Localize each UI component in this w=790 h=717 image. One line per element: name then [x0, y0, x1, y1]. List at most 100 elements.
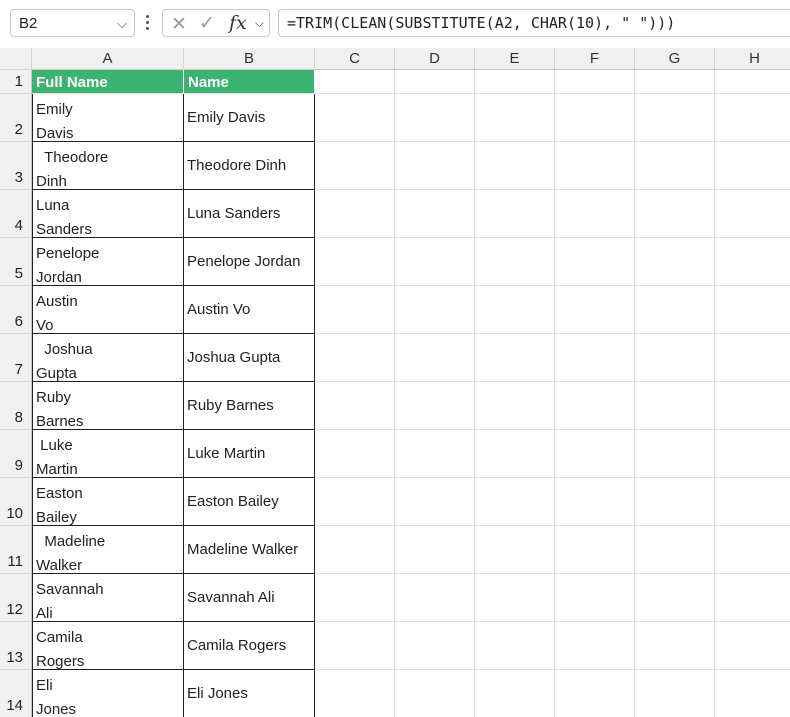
column-header-f[interactable]: F: [555, 48, 635, 70]
empty-cell[interactable]: [715, 622, 790, 670]
empty-cell[interactable]: [315, 94, 395, 142]
empty-cell[interactable]: [395, 382, 475, 430]
full-name-cell[interactable]: Theodore Dinh: [32, 142, 184, 190]
name-cell[interactable]: Camila Rogers: [184, 622, 315, 670]
empty-cell[interactable]: [395, 622, 475, 670]
empty-cell[interactable]: [635, 622, 715, 670]
empty-cell[interactable]: [635, 190, 715, 238]
empty-cell[interactable]: [555, 142, 635, 190]
empty-cell[interactable]: [635, 70, 715, 94]
row-header-13[interactable]: 13: [0, 622, 32, 670]
empty-cell[interactable]: [635, 94, 715, 142]
empty-cell[interactable]: [715, 670, 790, 717]
column-header-b[interactable]: B: [184, 48, 315, 70]
full-name-cell[interactable]: Luna Sanders: [32, 190, 184, 238]
full-name-cell[interactable]: Ruby Barnes: [32, 382, 184, 430]
insert-function-icon[interactable]: fx: [229, 12, 247, 34]
empty-cell[interactable]: [395, 286, 475, 334]
name-cell[interactable]: Easton Bailey: [184, 478, 315, 526]
empty-cell[interactable]: [715, 574, 790, 622]
empty-cell[interactable]: [315, 526, 395, 574]
full-name-cell[interactable]: Madeline Walker: [32, 526, 184, 574]
empty-cell[interactable]: [715, 334, 790, 382]
empty-cell[interactable]: [395, 238, 475, 286]
empty-cell[interactable]: [635, 430, 715, 478]
row-header-7[interactable]: 7: [0, 334, 32, 382]
empty-cell[interactable]: [315, 70, 395, 94]
empty-cell[interactable]: [315, 238, 395, 286]
empty-cell[interactable]: [395, 142, 475, 190]
empty-cell[interactable]: [635, 286, 715, 334]
empty-cell[interactable]: [475, 478, 555, 526]
column-header-a[interactable]: A: [32, 48, 184, 70]
row-header-14[interactable]: 14: [0, 670, 32, 717]
full-name-cell[interactable]: Emily Davis: [32, 94, 184, 142]
empty-cell[interactable]: [635, 574, 715, 622]
empty-cell[interactable]: [315, 430, 395, 478]
header-cell-full-name[interactable]: Full Name: [32, 70, 184, 94]
empty-cell[interactable]: [315, 622, 395, 670]
empty-cell[interactable]: [555, 238, 635, 286]
empty-cell[interactable]: [475, 334, 555, 382]
name-cell[interactable]: Ruby Barnes: [184, 382, 315, 430]
empty-cell[interactable]: [475, 238, 555, 286]
empty-cell[interactable]: [475, 286, 555, 334]
empty-cell[interactable]: [315, 286, 395, 334]
full-name-cell[interactable]: Camila Rogers: [32, 622, 184, 670]
full-name-cell[interactable]: Joshua Gupta: [32, 334, 184, 382]
empty-cell[interactable]: [635, 670, 715, 717]
row-header-6[interactable]: 6: [0, 286, 32, 334]
name-cell[interactable]: Savannah Ali: [184, 574, 315, 622]
full-name-cell[interactable]: Savannah Ali: [32, 574, 184, 622]
empty-cell[interactable]: [315, 334, 395, 382]
full-name-cell[interactable]: Penelope Jordan: [32, 238, 184, 286]
name-box[interactable]: B2 ⌵: [10, 9, 135, 37]
empty-cell[interactable]: [555, 670, 635, 717]
empty-cell[interactable]: [475, 190, 555, 238]
empty-cell[interactable]: [555, 622, 635, 670]
empty-cell[interactable]: [395, 430, 475, 478]
row-header-11[interactable]: 11: [0, 526, 32, 574]
name-cell[interactable]: Eli Jones: [184, 670, 315, 717]
empty-cell[interactable]: [715, 70, 790, 94]
empty-cell[interactable]: [475, 574, 555, 622]
name-cell[interactable]: Luna Sanders: [184, 190, 315, 238]
row-header-1[interactable]: 1: [0, 70, 32, 94]
empty-cell[interactable]: [555, 190, 635, 238]
empty-cell[interactable]: [715, 430, 790, 478]
empty-cell[interactable]: [555, 526, 635, 574]
empty-cell[interactable]: [715, 190, 790, 238]
empty-cell[interactable]: [475, 670, 555, 717]
empty-cell[interactable]: [315, 670, 395, 717]
empty-cell[interactable]: [315, 382, 395, 430]
empty-cell[interactable]: [475, 70, 555, 94]
empty-cell[interactable]: [555, 430, 635, 478]
full-name-cell[interactable]: Austin Vo: [32, 286, 184, 334]
full-name-cell[interactable]: Luke Martin: [32, 430, 184, 478]
name-cell[interactable]: Theodore Dinh: [184, 142, 315, 190]
empty-cell[interactable]: [475, 430, 555, 478]
empty-cell[interactable]: [475, 382, 555, 430]
column-header-h[interactable]: H: [715, 48, 790, 70]
empty-cell[interactable]: [315, 574, 395, 622]
row-header-9[interactable]: 9: [0, 430, 32, 478]
empty-cell[interactable]: [395, 334, 475, 382]
empty-cell[interactable]: [395, 526, 475, 574]
empty-cell[interactable]: [395, 478, 475, 526]
name-cell[interactable]: Austin Vo: [184, 286, 315, 334]
name-cell[interactable]: Emily Davis: [184, 94, 315, 142]
empty-cell[interactable]: [555, 382, 635, 430]
empty-cell[interactable]: [555, 478, 635, 526]
empty-cell[interactable]: [715, 142, 790, 190]
empty-cell[interactable]: [555, 286, 635, 334]
empty-cell[interactable]: [395, 70, 475, 94]
column-header-d[interactable]: D: [395, 48, 475, 70]
empty-cell[interactable]: [715, 478, 790, 526]
full-name-cell[interactable]: Eli Jones: [32, 670, 184, 717]
row-header-10[interactable]: 10: [0, 478, 32, 526]
row-header-12[interactable]: 12: [0, 574, 32, 622]
empty-cell[interactable]: [635, 478, 715, 526]
empty-cell[interactable]: [635, 382, 715, 430]
row-header-5[interactable]: 5: [0, 238, 32, 286]
empty-cell[interactable]: [715, 286, 790, 334]
